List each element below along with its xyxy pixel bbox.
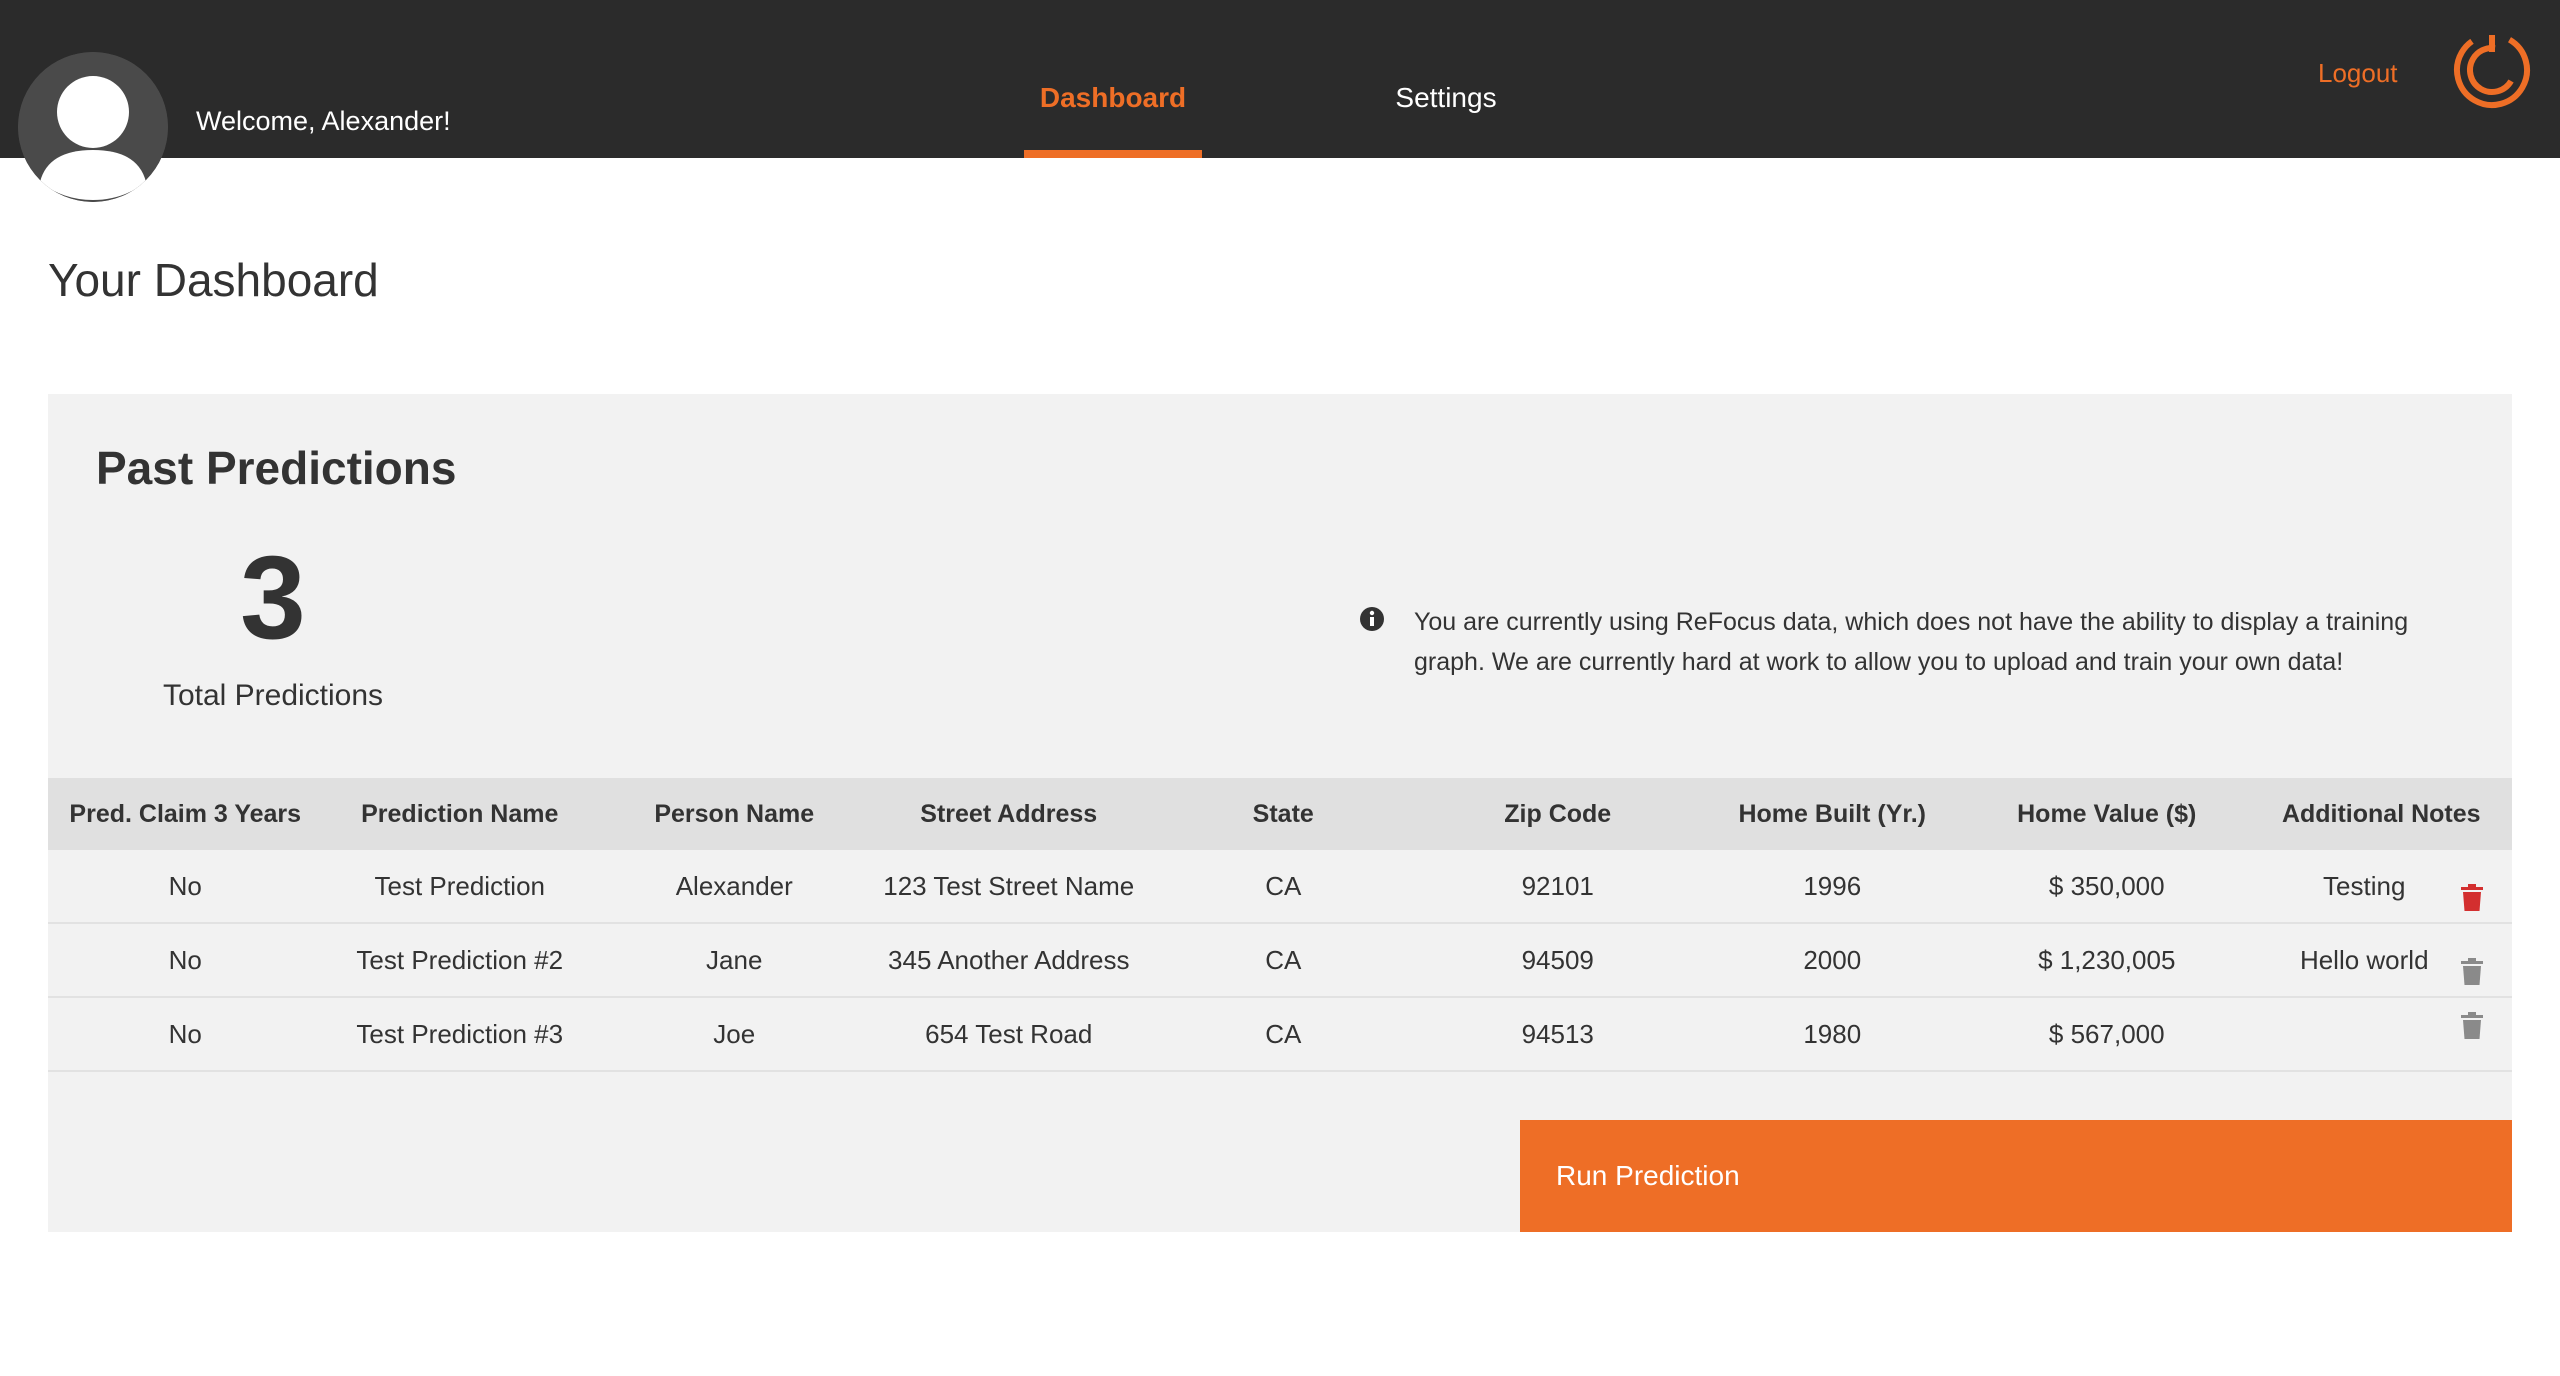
table-cell: Test Prediction #2 (356, 944, 564, 975)
column-header[interactable]: State (1146, 800, 1421, 829)
table-cell: 654 Test Road (925, 1018, 1093, 1049)
info-message: You are currently using ReFocus data, wh… (1414, 608, 2409, 676)
table-cell: 92101 (1521, 870, 1594, 901)
top-navbar: Welcome, Alexander! Dashboard Settings L… (0, 0, 2560, 158)
table-cell: Test Prediction (374, 870, 546, 901)
table-cell: No (168, 1018, 202, 1049)
column-header[interactable]: Person Name (597, 800, 872, 829)
table-cell: No (168, 870, 202, 901)
table-cell: 2000 (1803, 944, 1862, 975)
run-prediction-button[interactable]: Run Prediction (1520, 1120, 2512, 1232)
table-cell: CA (1265, 944, 1302, 975)
table-row[interactable]: No Test Prediction #3 Joe 654 Test Road … (48, 998, 2512, 1072)
table-cell: $ 1,230,005 (2038, 944, 2176, 975)
table-cell: No (168, 944, 202, 975)
trash-icon[interactable] (2460, 1012, 2484, 1040)
trash-icon[interactable] (2460, 884, 2484, 912)
table-cell: Alexander (675, 870, 793, 901)
tab-settings[interactable]: Settings (1346, 76, 1546, 158)
column-header[interactable]: Additional Notes (2244, 800, 2519, 829)
column-header[interactable]: Home Value ($) (1970, 800, 2245, 829)
page-title: Your Dashboard (48, 254, 379, 306)
welcome-message: Welcome, Alexander! (196, 106, 451, 136)
table-cell: Jane (706, 944, 763, 975)
table-cell: CA (1265, 870, 1302, 901)
table-cell: $ 567,000 (2048, 1018, 2165, 1049)
column-header[interactable]: Prediction Name (323, 800, 598, 829)
info-circle-icon (1359, 606, 1385, 632)
past-predictions-panel: Past Predictions 3 Total Predictions You… (48, 394, 2512, 1232)
table-cell: 94513 (1521, 1018, 1594, 1049)
table-cell: CA (1265, 1018, 1302, 1049)
table-row[interactable]: No Test Prediction Alexander 123 Test St… (48, 850, 2512, 924)
table-cell: 1980 (1803, 1018, 1862, 1049)
table-cell: 123 Test Street Name (883, 870, 1135, 901)
column-header[interactable]: Home Built (Yr.) (1695, 800, 1970, 829)
table-cell: 1996 (1803, 870, 1862, 901)
table-row[interactable]: No Test Prediction #2 Jane 345 Another A… (48, 924, 2512, 998)
column-header[interactable]: Zip Code (1421, 800, 1696, 829)
table-cell: Test Prediction #3 (356, 1018, 564, 1049)
predictions-table: Pred. Claim 3 Years Prediction Name Pers… (48, 778, 2512, 1072)
column-header[interactable]: Pred. Claim 3 Years (48, 800, 323, 829)
table-cell: 94509 (1521, 944, 1594, 975)
table-cell: Joe (713, 1018, 756, 1049)
tab-dashboard[interactable]: Dashboard (1024, 76, 1202, 158)
user-avatar-icon[interactable] (18, 52, 168, 202)
table-header-row: Pred. Claim 3 Years Prediction Name Pers… (48, 778, 2512, 850)
column-header[interactable]: Street Address (872, 800, 1147, 829)
panel-title: Past Predictions (96, 442, 457, 494)
trash-icon[interactable] (2460, 958, 2484, 986)
total-predictions-label: Total Predictions (162, 679, 384, 712)
total-predictions-count: 3 (240, 532, 306, 664)
table-cell: $ 350,000 (2048, 870, 2165, 901)
refocus-logo-icon[interactable] (2452, 30, 2532, 110)
table-cell: 345 Another Address (888, 944, 1130, 975)
logout-link[interactable]: Logout (2318, 56, 2398, 90)
